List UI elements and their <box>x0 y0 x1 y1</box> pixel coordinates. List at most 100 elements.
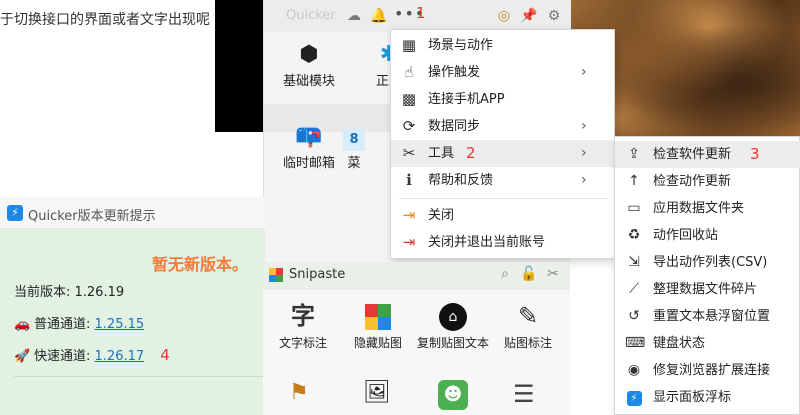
menu-item-triggers[interactable]: ☝ 操作触发 › <box>391 59 614 86</box>
chrome-icon: ◉ <box>627 362 641 378</box>
tools-icon: ✂ <box>402 144 416 162</box>
snipaste-tile-text-annotate[interactable]: 字 文字标注 <box>263 298 343 351</box>
search-icon[interactable]: ⌕ <box>495 266 515 282</box>
normal-channel-label: 普通通道: <box>34 317 91 332</box>
update-status: 暂无新版本。 <box>152 255 249 274</box>
logout-icon: ⇥ <box>402 233 416 251</box>
menu-item-scenes-actions[interactable]: ▦ 场景与动作 <box>391 32 614 59</box>
snipaste-tile-hide-pin[interactable]: 隐藏贴图 <box>338 298 418 351</box>
upload-icon: ⇪ <box>628 146 640 162</box>
tools-submenu: ⇪ 检查软件更新 3 ↑ 检查动作更新 ▭ 应用数据文件夹 ♻ 动作回收站 ⇲ … <box>614 136 800 415</box>
snipaste-tile-copy-pin-text[interactable]: ⌂ 复制贴图文本 <box>413 298 493 351</box>
quicker-title: Quicker <box>286 8 336 23</box>
hamburger-menu-icon[interactable]: ☰ <box>513 380 535 408</box>
submenu-item-check-software-update[interactable]: ⇪ 检查软件更新 3 <box>615 141 800 168</box>
annotation-marker-4: 4 <box>160 346 170 364</box>
tile-label: 隐藏贴图 <box>353 336 402 350</box>
chevron-right-icon: › <box>581 118 587 134</box>
snipaste-titlebar: Snipaste ⌕ 🔓 ✂ <box>263 262 570 290</box>
tile-label: 文字标注 <box>278 336 327 350</box>
quicker-titlebar: Quicker ☁ 🔔 ••• 1 ◎ 📌 ⚙ <box>264 0 571 32</box>
submenu-item-fix-browser-extension[interactable]: ◉ 修复浏览器扩展连接 <box>615 357 800 384</box>
pen-annotate-icon: ✎ <box>517 302 539 330</box>
fast-channel-label: 快速通道: <box>34 349 91 364</box>
recycle-icon: ♻ <box>627 227 641 243</box>
annotation-marker-2: 2 <box>466 144 476 162</box>
normal-channel-version-link[interactable]: 1.25.15 <box>95 317 145 332</box>
menu-item-sync[interactable]: ⟳ 数据同步 › <box>391 113 614 140</box>
current-version: 当前版本: 1.26.19 <box>14 285 125 300</box>
tile-menu[interactable]: 8 菜 <box>334 122 374 172</box>
lock-icon[interactable]: 🔓 <box>519 266 539 282</box>
submenu-item-keyboard-status[interactable]: ⌨ 键盘状态 <box>615 330 800 357</box>
update-titlebar: ⚡ Quicker版本更新提示 <box>0 197 265 229</box>
snipaste-title: Snipaste <box>289 267 346 282</box>
user-circle-icon[interactable]: ◎ <box>494 6 514 26</box>
car-icon: 🚗 <box>14 317 31 332</box>
menu-item-help[interactable]: ℹ 帮助和反馈 › <box>391 167 614 194</box>
annotation-marker-1: 1 <box>416 4 426 22</box>
tools-icon[interactable]: ✂ <box>543 266 563 282</box>
menu-8-icon: 8 <box>334 122 374 152</box>
reset-icon: ↺ <box>628 308 640 324</box>
tile-label: 复制贴图文本 <box>416 336 489 350</box>
tile-label: 贴图标注 <box>503 336 552 350</box>
quicker-logo-icon: ⚡ <box>7 205 23 221</box>
signpost-icon[interactable]: ⚑ <box>289 380 309 405</box>
hand-pointer-icon: ☝ <box>404 63 414 81</box>
submenu-item-data-folder[interactable]: ▭ 应用数据文件夹 <box>615 195 800 222</box>
folder-icon: ▭ <box>627 200 641 216</box>
chevron-right-icon: › <box>581 172 587 188</box>
export-icon: ⇲ <box>628 254 640 270</box>
tile-label: 菜 <box>347 156 361 171</box>
submenu-item-export-csv[interactable]: ⇲ 导出动作列表(CSV) <box>615 249 800 276</box>
chevron-right-icon: › <box>581 145 587 161</box>
submenu-item-defragment[interactable]: ⟋ 整理数据文件碎片 <box>615 276 800 303</box>
article-text: 于切换接口的界面或者文字出现呢 <box>0 12 210 28</box>
context-menu: ▦ 场景与动作 ☝ 操作触发 › ▩ 连接手机APP ⟳ 数据同步 › ✂ 工具… <box>390 29 615 259</box>
update-notice-window: ⚡ Quicker版本更新提示 暂无新版本。 当前版本: 1.26.19 🚗 普通… <box>0 197 265 415</box>
fast-channel-row: 🚀 快速通道: 1.26.17 4 <box>14 345 170 364</box>
copy-pin-text-icon: ⌂ <box>413 298 493 334</box>
keyboard-icon: ⌨ <box>625 335 646 351</box>
grid-icon: ▦ <box>401 36 417 54</box>
fast-channel-version-link[interactable]: 1.26.17 <box>95 349 145 364</box>
broom-icon: ⟋ <box>629 281 639 297</box>
submenu-item-check-action-update[interactable]: ↑ 检查动作更新 <box>615 168 800 195</box>
annotation-marker-3: 3 <box>750 145 760 163</box>
menu-item-tools[interactable]: ✂ 工具 2 › <box>391 140 614 167</box>
snipaste-logo-icon <box>269 268 283 282</box>
submenu-item-reset-float-window[interactable]: ↺ 重置文本悬浮窗位置 <box>615 303 800 330</box>
alien-icon[interactable]: ☻ <box>438 380 468 410</box>
tile-label: 基础模块 <box>282 74 335 89</box>
settings-icon[interactable]: ⚙ <box>544 6 564 26</box>
text-char-icon: 字 <box>291 302 315 330</box>
normal-channel-row: 🚗 普通通道: 1.25.15 <box>14 313 144 332</box>
submenu-item-show-panel-float[interactable]: ⚡ 显示面板浮标 <box>615 384 800 411</box>
menu-item-close[interactable]: ⇥ 关闭 <box>391 202 614 229</box>
submenu-item-recycle-bin[interactable]: ♻ 动作回收站 <box>615 222 800 249</box>
snipaste-tile-pin-annotate[interactable]: ✎ 贴图标注 <box>488 298 568 351</box>
qrcode-icon: ▩ <box>401 90 417 108</box>
cubes-icon: ⬢ <box>299 42 319 67</box>
chevron-right-icon: › <box>581 64 587 80</box>
pin-icon[interactable]: 📌 <box>519 6 539 26</box>
quicker-icon: ⚡ <box>625 384 643 411</box>
tile-basic-modules[interactable]: ⬢ 基础模块 <box>264 40 354 90</box>
menu-item-logout[interactable]: ⇥ 关闭并退出当前账号 <box>391 229 614 256</box>
menu-item-connect-app[interactable]: ▩ 连接手机APP <box>391 86 614 113</box>
menu-separator <box>399 198 607 199</box>
close-arrow-icon: ⇥ <box>402 206 416 224</box>
arrow-up-icon: ↑ <box>628 173 640 189</box>
help-icon: ℹ <box>406 171 412 189</box>
bell-icon[interactable]: 🔔 <box>369 6 389 26</box>
cloud-icon[interactable]: ☁ <box>344 6 364 26</box>
snipaste-panel: Snipaste ⌕ 🔓 ✂ 字 文字标注 隐藏贴图 ⌂ 复制贴图文本 ✎ 贴图… <box>263 262 570 415</box>
image-upload-icon[interactable]: 🖼 <box>363 380 391 405</box>
background-dark-region <box>215 0 265 132</box>
rocket-icon: 🚀 <box>14 349 31 364</box>
windows-logo-icon <box>338 298 418 334</box>
update-title: Quicker版本更新提示 <box>28 209 156 224</box>
sync-icon: ⟳ <box>402 117 416 135</box>
update-divider <box>14 376 265 377</box>
